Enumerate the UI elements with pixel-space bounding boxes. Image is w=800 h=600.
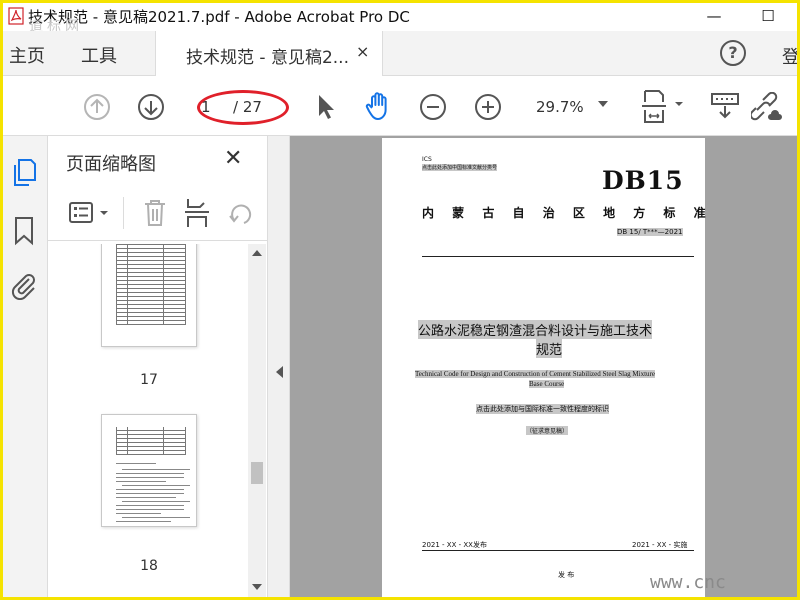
login-button[interactable]: 登 bbox=[782, 43, 797, 69]
panel-toolbar bbox=[48, 186, 268, 241]
collapse-arrow-icon[interactable] bbox=[276, 366, 283, 378]
page-thumbnail-18[interactable] bbox=[101, 414, 197, 527]
draft-label: （征求意见稿） bbox=[526, 426, 569, 435]
panel-collapse-handle[interactable] bbox=[268, 136, 290, 597]
maximize-button[interactable]: ☐ bbox=[754, 5, 782, 27]
ics-note: 点击此处添加中国标准文献分类号 bbox=[422, 164, 498, 171]
acrobat-window: 技术规范 - 意见稿2021.7.pdf - Adobe Acrobat Pro… bbox=[3, 3, 797, 597]
rotate-page-icon[interactable] bbox=[228, 200, 256, 228]
watermark-text: www.cnc bbox=[650, 572, 726, 593]
thumbnail-list: 17 18 bbox=[48, 244, 248, 597]
ics-label: ICS bbox=[422, 156, 432, 163]
bookmark-icon[interactable] bbox=[13, 216, 35, 246]
thumbnail-options-icon[interactable] bbox=[68, 201, 112, 225]
fit-page-icon[interactable] bbox=[641, 89, 685, 125]
consistency-note: 点击此处添加与国际标准一致性程度的标识 bbox=[476, 404, 609, 414]
keyboard-icon[interactable] bbox=[710, 91, 740, 123]
menu-bar: 主页 工具 技术规范 - 意见稿2... × ? 登 bbox=[3, 31, 797, 77]
acrobat-app-icon bbox=[8, 7, 24, 25]
panel-close-icon[interactable]: ✕ bbox=[224, 146, 242, 171]
page-thumbnails-icon[interactable] bbox=[11, 158, 37, 188]
toolbar-divider bbox=[123, 197, 124, 229]
scrollbar-thumb[interactable] bbox=[251, 462, 263, 484]
next-page-icon[interactable] bbox=[137, 93, 165, 121]
scroll-up-icon[interactable] bbox=[252, 250, 262, 256]
thumbnail-label: 17 bbox=[140, 372, 158, 388]
thumbnails-panel: 页面缩略图 ✕ 17 18 bbox=[48, 136, 268, 597]
pdf-page: ICS 点击此处添加中国标准文献分类号 DB15 内 蒙 古 自 治 区 地 方… bbox=[382, 138, 706, 597]
left-icon-rail bbox=[3, 136, 48, 597]
zoom-level[interactable]: 29.7% bbox=[536, 98, 584, 116]
scroll-down-icon[interactable] bbox=[252, 584, 262, 590]
thumbnail-table-graphic bbox=[116, 244, 186, 325]
help-icon[interactable]: ? bbox=[720, 40, 746, 66]
share-link-icon[interactable] bbox=[751, 92, 783, 122]
footer-rule bbox=[422, 550, 694, 551]
tab-close-icon[interactable]: × bbox=[356, 42, 369, 61]
toolbar: / 27 29.7% bbox=[3, 76, 797, 136]
minimize-button[interactable]: — bbox=[700, 5, 728, 27]
title-en-line2: Base Course bbox=[529, 380, 565, 388]
insert-page-icon[interactable] bbox=[184, 197, 212, 229]
title-bar: 技术规范 - 意见稿2021.7.pdf - Adobe Acrobat Pro… bbox=[3, 3, 797, 35]
panel-title: 页面缩略图 bbox=[66, 154, 156, 175]
header-rule bbox=[422, 256, 694, 257]
publish-label: 发 布 bbox=[558, 571, 575, 579]
attachment-icon[interactable] bbox=[9, 270, 39, 300]
implementation-date: 2021 - XX - 实施 bbox=[632, 541, 688, 549]
title-cn-line2: 规范 bbox=[536, 339, 563, 358]
zoom-dropdown-icon[interactable] bbox=[598, 101, 608, 107]
zoom-in-icon[interactable] bbox=[474, 93, 502, 121]
previous-page-icon[interactable] bbox=[83, 93, 111, 121]
publish-date: 2021 - XX - XX发布 bbox=[422, 541, 487, 549]
red-annotation-oval bbox=[197, 90, 289, 125]
hand-tool-icon[interactable] bbox=[363, 90, 395, 122]
thumbnail-table-graphic bbox=[116, 427, 186, 455]
thumbnail-label: 18 bbox=[140, 558, 158, 574]
thumbnail-scrollbar[interactable] bbox=[248, 244, 266, 597]
region-standard: 内 蒙 古 自 治 区 地 方 标 准 bbox=[422, 206, 713, 220]
delete-page-icon[interactable] bbox=[143, 198, 167, 228]
document-viewer[interactable]: ICS 点击此处添加中国标准文献分类号 DB15 内 蒙 古 自 治 区 地 方… bbox=[290, 136, 797, 597]
db-code: DB15 bbox=[602, 166, 684, 195]
window-title: 技术规范 - 意见稿2021.7.pdf - Adobe Acrobat Pro… bbox=[28, 8, 410, 26]
menu-tools[interactable]: 工具 bbox=[81, 42, 117, 68]
standard-number: DB 15/ T***—2021 bbox=[617, 228, 683, 236]
page-thumbnail-17[interactable] bbox=[101, 244, 197, 347]
select-cursor-icon[interactable] bbox=[315, 92, 337, 122]
document-tab-label: 技术规范 - 意见稿2... bbox=[186, 48, 349, 68]
title-en-line1: Technical Code for Design and Constructi… bbox=[415, 370, 655, 378]
document-tab[interactable]: 技术规范 - 意见稿2... × bbox=[155, 31, 383, 77]
title-cn-line1: 公路水泥稳定钢渣混合料设计与施工技术 bbox=[418, 320, 653, 339]
zoom-out-icon[interactable] bbox=[419, 93, 447, 121]
menu-home[interactable]: 主页 bbox=[9, 42, 45, 68]
